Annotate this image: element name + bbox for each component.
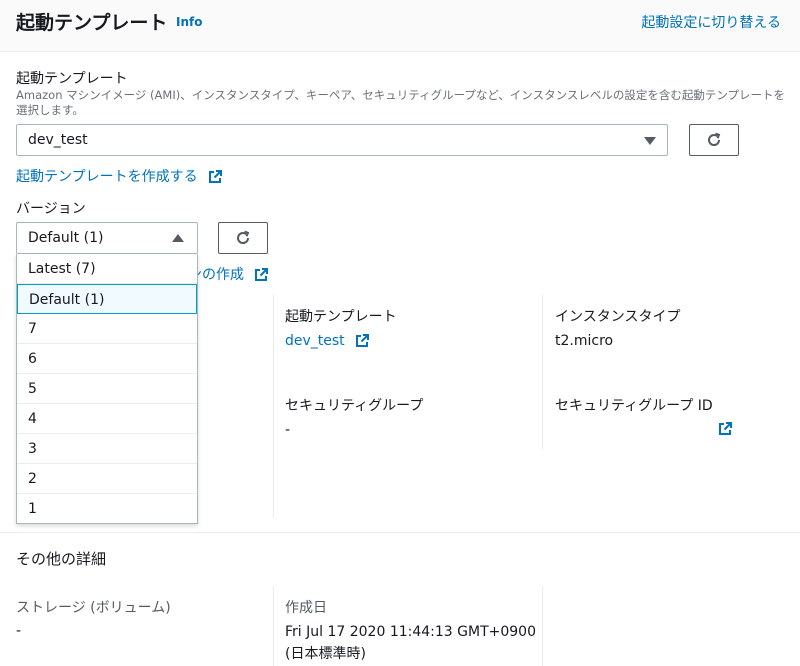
caret-down-icon bbox=[644, 137, 656, 145]
page-title: 起動テンプレート bbox=[16, 12, 168, 34]
detail-instance-type-label: インスタンスタイプ bbox=[555, 309, 681, 325]
version-option[interactable]: 5 bbox=[17, 374, 197, 404]
detail-security-group-value: - bbox=[285, 422, 291, 438]
external-link-icon bbox=[255, 268, 269, 281]
external-link-icon bbox=[356, 334, 370, 347]
detail-launch-template-link[interactable]: dev_test bbox=[285, 333, 370, 349]
storage-value: - bbox=[16, 623, 22, 639]
info-link[interactable]: Info bbox=[176, 15, 202, 29]
version-option-selected[interactable]: Default (1) bbox=[17, 284, 197, 314]
version-option[interactable]: 4 bbox=[17, 404, 197, 434]
version-label: バージョン bbox=[16, 201, 86, 217]
created-date-value-line1: Fri Jul 17 2020 11:44:13 GMT+0900 bbox=[285, 624, 536, 640]
version-option[interactable]: 2 bbox=[17, 464, 197, 494]
version-select[interactable]: Default (1) bbox=[16, 222, 198, 254]
refresh-icon bbox=[237, 230, 250, 244]
external-link-icon[interactable] bbox=[718, 422, 732, 436]
created-date-label: 作成日 bbox=[285, 600, 327, 616]
version-option[interactable]: 1 bbox=[17, 494, 197, 524]
other-details-heading: その他の詳細 bbox=[16, 550, 107, 568]
launch-template-select[interactable]: dev_test bbox=[16, 124, 668, 156]
detail-launch-template-label: 起動テンプレート bbox=[285, 309, 397, 325]
version-option[interactable]: 3 bbox=[17, 434, 197, 464]
other-details-divider-1 bbox=[273, 586, 274, 666]
caret-up-icon bbox=[172, 234, 184, 242]
version-selected-value: Default (1) bbox=[28, 230, 104, 246]
version-option[interactable]: 7 bbox=[17, 314, 197, 344]
version-dropdown-list: Latest (7) Default (1) 7 6 5 4 3 2 1 bbox=[16, 254, 198, 524]
refresh-templates-button[interactable] bbox=[689, 124, 739, 156]
create-launch-template-link[interactable]: 起動テンプレートを作成する bbox=[16, 166, 223, 186]
refresh-icon bbox=[708, 132, 721, 146]
other-details-divider-2 bbox=[542, 586, 543, 666]
detail-security-group-label: セキュリティグループ bbox=[285, 398, 424, 414]
launch-template-selected-value: dev_test bbox=[28, 132, 88, 148]
detail-launch-template-value: dev_test bbox=[285, 333, 345, 349]
section-divider bbox=[0, 532, 800, 533]
details-divider-2 bbox=[542, 294, 543, 450]
details-divider-1 bbox=[273, 294, 274, 518]
created-date-value-line2: (日本標準時) bbox=[285, 646, 366, 662]
page-header: 起動テンプレート Info 起動設定に切り替える bbox=[0, 0, 800, 52]
external-link-icon bbox=[209, 170, 223, 183]
launch-template-description: Amazon マシンイメージ (AMI)、インスタンスタイプ、キーペア、セキュリ… bbox=[16, 88, 785, 117]
create-launch-template-label: 起動テンプレートを作成する bbox=[16, 169, 198, 185]
detail-security-group-id-label: セキュリティグループ ID bbox=[555, 398, 713, 414]
version-option[interactable]: 6 bbox=[17, 344, 197, 374]
version-option[interactable]: Latest (7) bbox=[17, 254, 197, 284]
storage-label: ストレージ (ボリューム) bbox=[16, 600, 171, 616]
switch-to-launch-config-link[interactable]: 起動設定に切り替える bbox=[641, 12, 781, 32]
launch-template-label: 起動テンプレート bbox=[16, 71, 128, 87]
refresh-versions-button[interactable] bbox=[218, 222, 268, 254]
detail-instance-type-value: t2.micro bbox=[555, 333, 614, 349]
